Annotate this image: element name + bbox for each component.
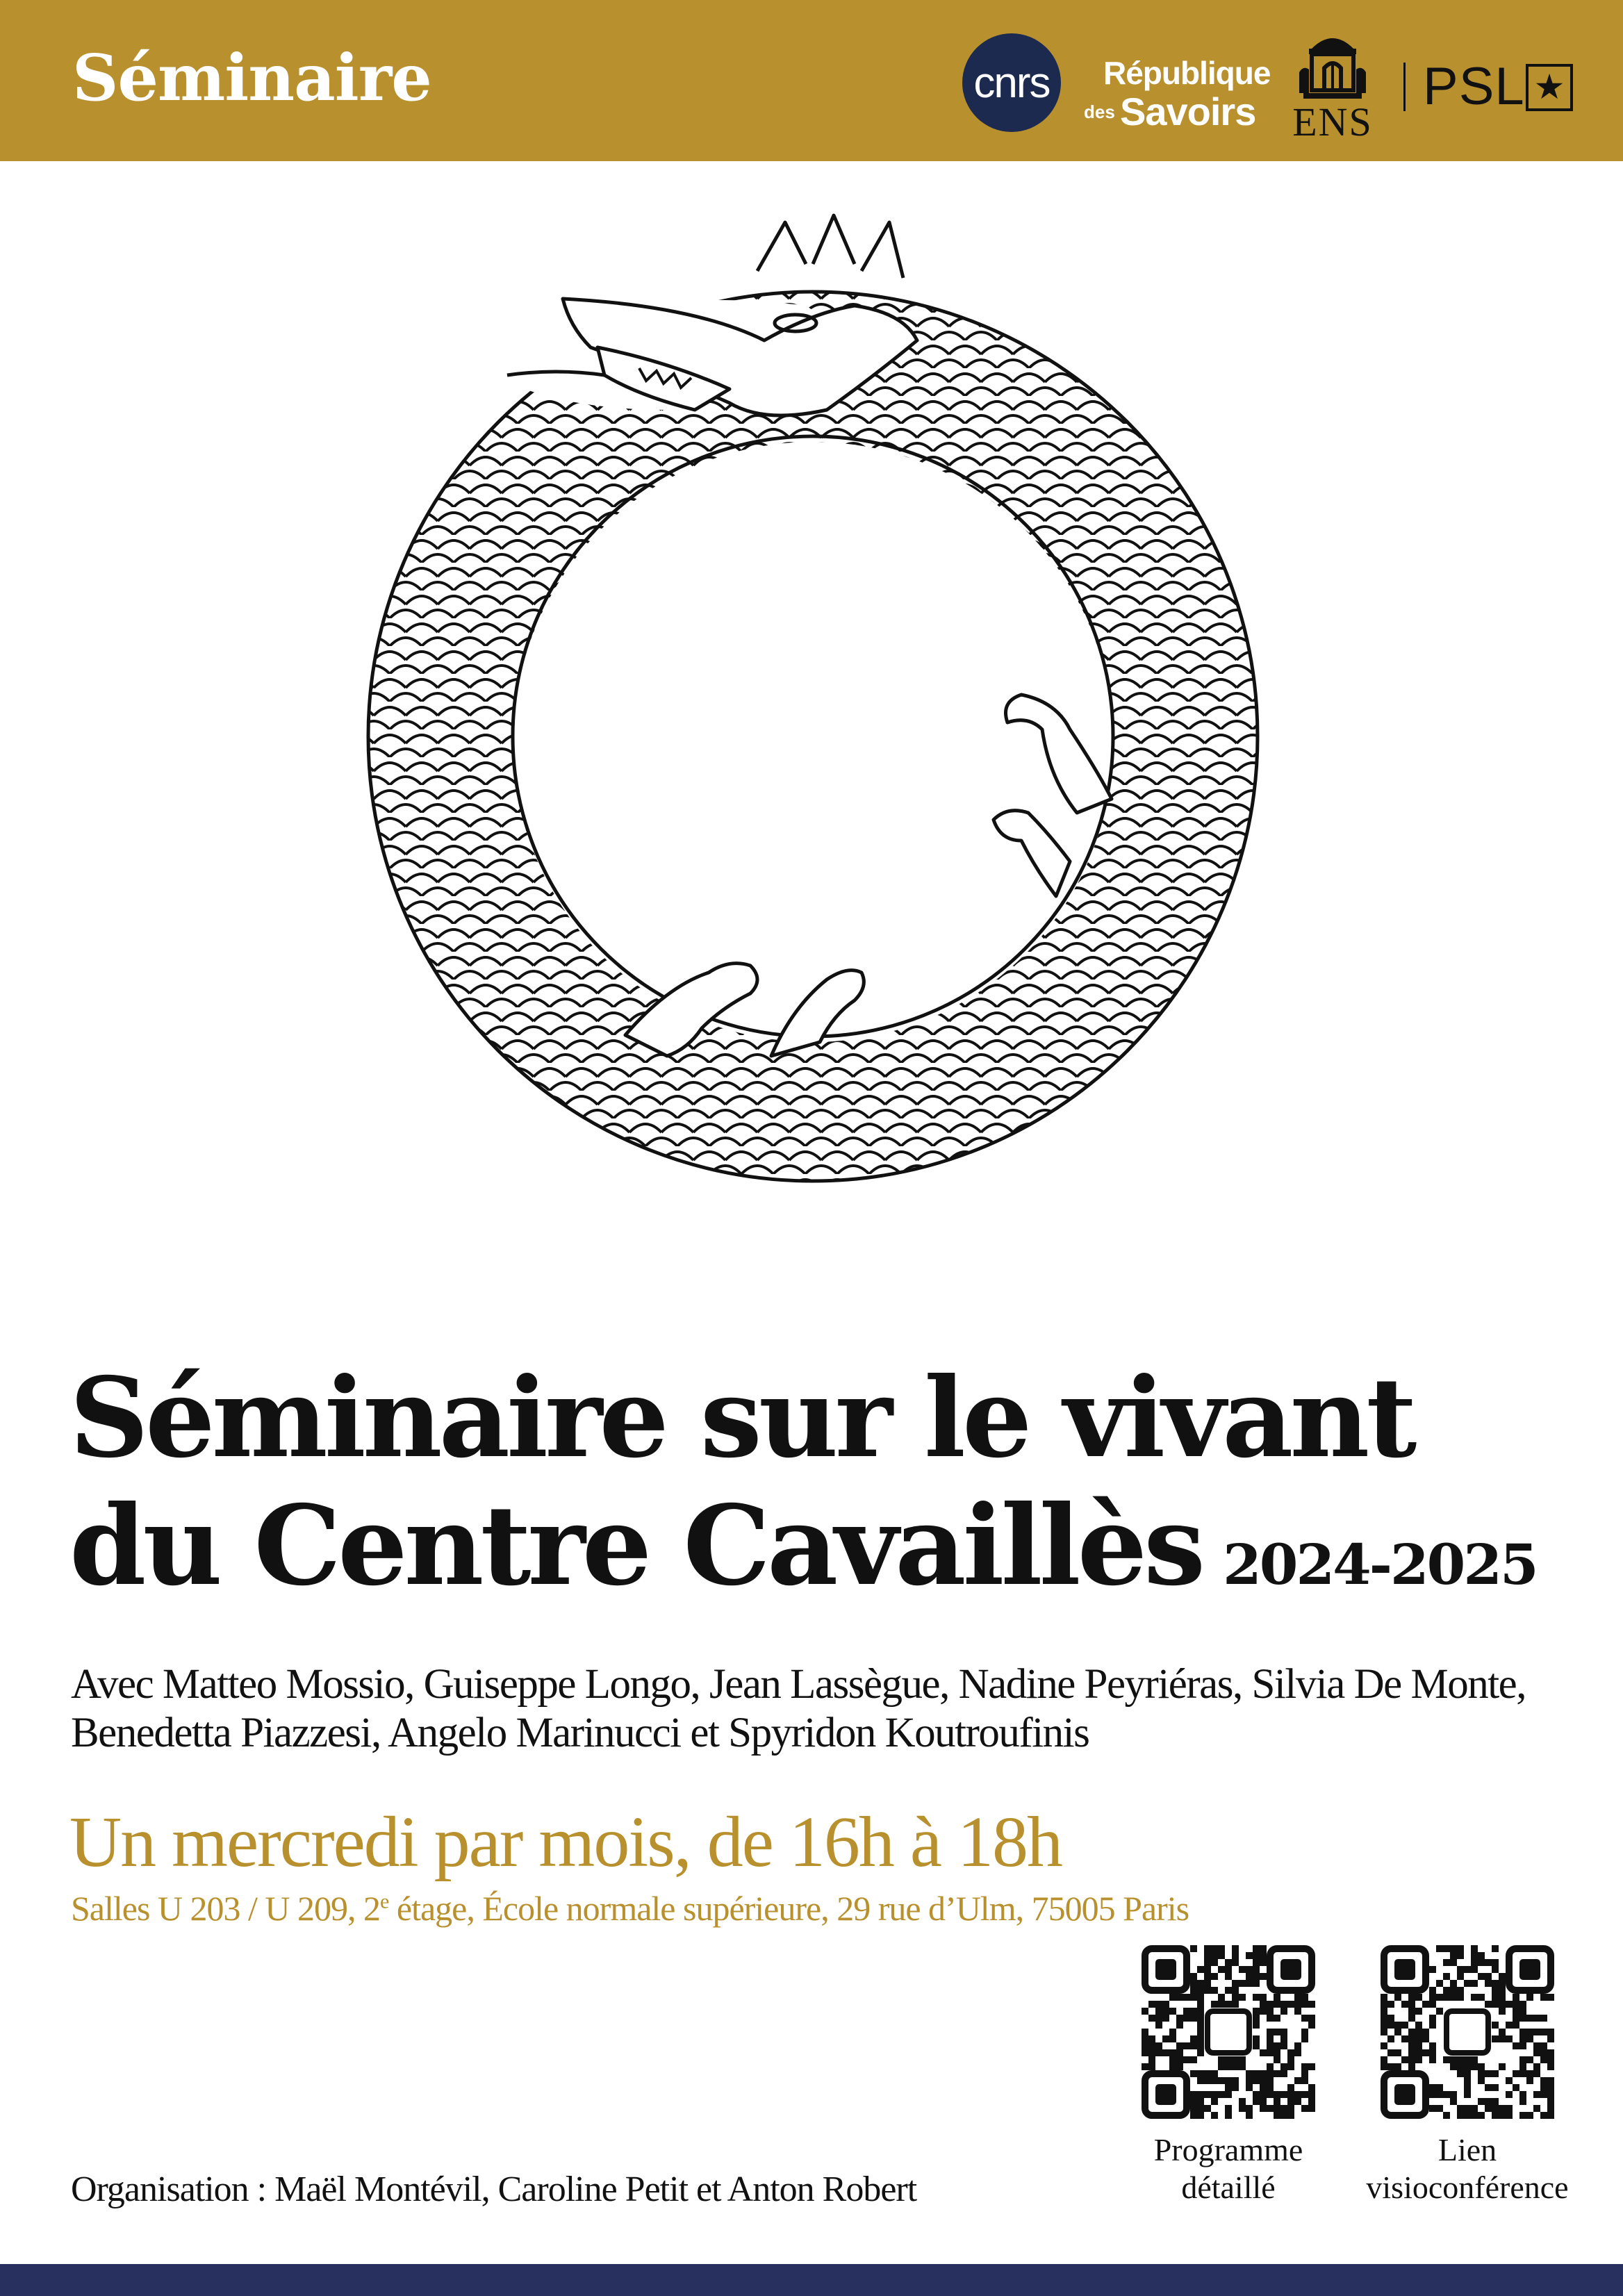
qr-program-caption-line-1: Programme (1153, 2132, 1303, 2167)
qr-visio-caption-line-1: Lien (1437, 2132, 1497, 2167)
savoirs-logo-text: Savoirs (1120, 90, 1256, 133)
logo-divider (1403, 63, 1406, 111)
qr-program-caption-line-2: détaillé (1181, 2170, 1276, 2205)
ens-logo-text: ENS (1292, 99, 1373, 144)
speakers-line-1: Avec Matteo Mossio, Guiseppe Longo, Jean… (71, 1661, 1526, 1708)
qr-code-program-icon[interactable] (1142, 1945, 1315, 2119)
organisation-text: Organisation : Maël Montévil, Caroline P… (71, 2170, 917, 2209)
venue-text-end: étage, École normale supérieure, 29 rue … (388, 1889, 1189, 1928)
cnrs-logo-text: cnrs (973, 58, 1051, 107)
des-logo-text: des (1084, 101, 1115, 122)
banner-title: Séminaire (72, 40, 432, 115)
title-line-1: Séminaire sur le vivant (69, 1354, 1417, 1483)
qr-code-visio-icon[interactable] (1381, 1945, 1554, 2119)
qr-visio-caption: Lien visioconférence (1363, 2131, 1572, 2206)
title-line-2: du Centre Cavaillès (69, 1482, 1205, 1610)
qr-code-program[interactable]: Programme détaillé (1124, 1945, 1333, 2206)
psl-star-icon: ★ (1526, 64, 1573, 111)
schedule-text: Un mercredi par mois, de 16h à 18h (69, 1802, 1063, 1882)
republique-des-savoirs-logo: République des Savoirs (1084, 49, 1271, 139)
republique-logo-text: République (1103, 55, 1271, 91)
title-year: 2024-2025 (1223, 1532, 1539, 1597)
venue-superscript: e (380, 1890, 389, 1913)
bottom-bar (0, 2264, 1623, 2296)
venue-text: Salles U 203 / U 209, 2e étage, École no… (71, 1888, 1189, 1929)
venue-text-start: Salles U 203 / U 209, 2 (71, 1889, 381, 1928)
ens-building-icon (1299, 38, 1366, 99)
speakers-list: Avec Matteo Mossio, Guiseppe Longo, Jean… (71, 1660, 1572, 1758)
ouroboros-illustration (366, 213, 1260, 1183)
ens-logo: ENS (1284, 31, 1381, 144)
qr-code-visio[interactable]: Lien visioconférence (1363, 1945, 1572, 2206)
qr-program-caption: Programme détaillé (1124, 2131, 1333, 2206)
psl-logo: PSL (1423, 57, 1525, 116)
top-banner: Séminaire cnrs République des Savoirs EN… (0, 0, 1623, 161)
seminar-title: Séminaire sur le vivant du Centre Cavail… (69, 1355, 1563, 1628)
cnrs-logo: cnrs (962, 33, 1061, 132)
qr-visio-caption-line-2: visioconférence (1366, 2170, 1569, 2205)
speakers-line-2: Benedetta Piazzesi, Angelo Marinucci et … (71, 1710, 1090, 1756)
